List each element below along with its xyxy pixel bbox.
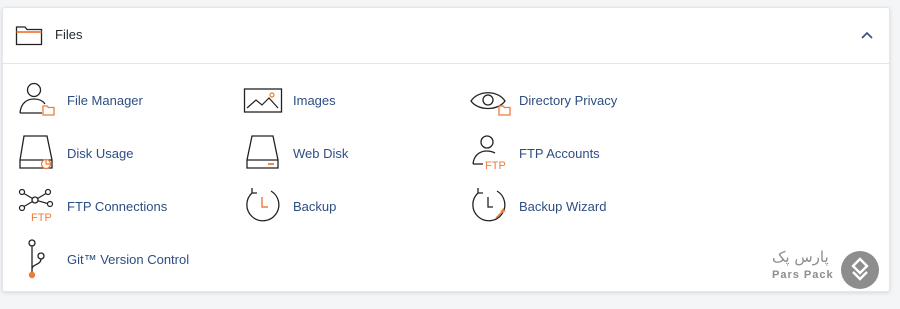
backup-wizard-icon [469,186,513,226]
git-version-control-label: Git™ Version Control [67,251,190,267]
web-disk-icon [243,133,287,173]
web-disk-label: Web Disk [293,145,349,161]
directory-privacy-label: Directory Privacy [519,92,618,108]
git-version-control-link[interactable]: Git™ Version Control [17,239,189,279]
file-manager-icon [17,80,61,120]
ftp-accounts-link[interactable]: FTP FTP Accounts [469,133,600,173]
chevron-up-icon[interactable] [855,23,879,47]
folder-icon [15,24,43,46]
backup-link[interactable]: Backup [243,186,336,226]
logo-mark-icon [840,250,880,290]
section-title: Files [55,27,83,42]
ftp-badge: FTP [31,212,52,224]
git-version-control-icon [17,239,61,279]
ftp-badge: FTP [485,160,506,172]
images-icon [243,80,287,120]
backup-wizard-label: Backup Wizard [519,198,607,214]
files-panel: Files File Manager Images Directory Priv… [2,7,890,292]
pars-pack-logo: پارس پک Pars Pack [768,248,883,292]
backup-icon [243,186,287,226]
images-link[interactable]: Images [243,80,336,120]
ftp-connections-icon: FTP [17,186,61,226]
file-manager-label: File Manager [67,92,143,108]
ftp-accounts-icon: FTP [469,133,513,173]
logo-name-fa: پارس پک [772,248,829,266]
disk-usage-icon [17,133,61,173]
logo-name-en: Pars Pack [772,269,834,281]
directory-privacy-link[interactable]: Directory Privacy [469,80,617,120]
ftp-connections-link[interactable]: FTP FTP Connections [17,186,167,226]
files-panel-header[interactable]: Files [3,8,889,64]
images-label: Images [293,92,336,108]
web-disk-link[interactable]: Web Disk [243,133,348,173]
file-manager-link[interactable]: File Manager [17,80,143,120]
ftp-accounts-label: FTP Accounts [519,145,600,161]
disk-usage-link[interactable]: Disk Usage [17,133,133,173]
backup-wizard-link[interactable]: Backup Wizard [469,186,606,226]
backup-label: Backup [293,198,337,214]
directory-privacy-icon [469,80,513,120]
disk-usage-label: Disk Usage [67,145,134,161]
ftp-connections-label: FTP Connections [67,198,168,214]
